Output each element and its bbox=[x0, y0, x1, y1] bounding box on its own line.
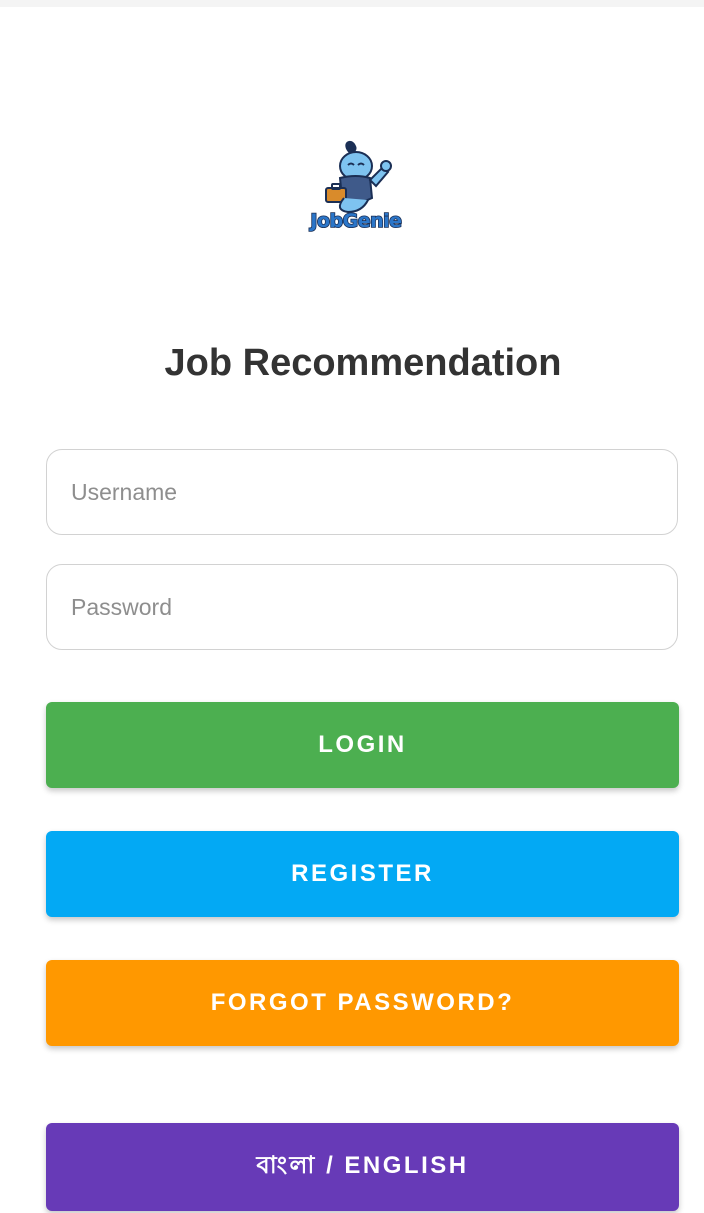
logo-text: JobGenie bbox=[310, 209, 403, 233]
login-button[interactable]: LOGIN bbox=[46, 702, 679, 788]
language-toggle-button[interactable]: বাংলা / ENGLISH bbox=[46, 1123, 679, 1211]
top-divider bbox=[0, 0, 704, 7]
app-logo: JobGenie bbox=[296, 138, 426, 250]
login-screen: JobGenie Job Recommendation LOGIN REGIST… bbox=[0, 0, 704, 1213]
page-title: Job Recommendation bbox=[164, 342, 562, 384]
username-input[interactable] bbox=[46, 449, 678, 535]
register-button[interactable]: REGISTER bbox=[46, 831, 679, 917]
password-input[interactable] bbox=[46, 564, 678, 650]
forgot-password-button[interactable]: FORGOT PASSWORD? bbox=[46, 960, 679, 1046]
genie-mascot-icon bbox=[325, 140, 392, 214]
